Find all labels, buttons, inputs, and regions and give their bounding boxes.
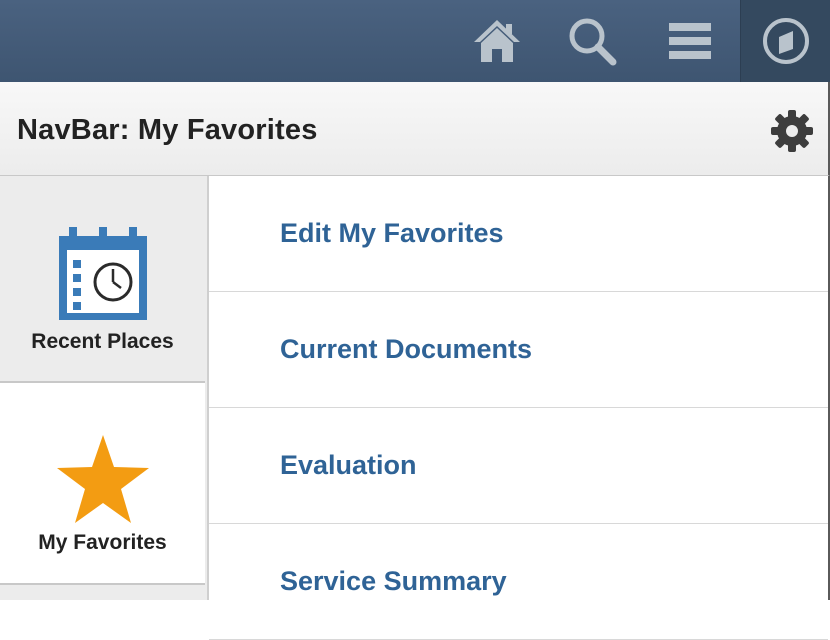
navbar-sidebar: Recent Places My Favorites	[0, 176, 209, 600]
navbar-button[interactable]	[740, 0, 830, 82]
search-button[interactable]	[560, 0, 624, 82]
settings-button[interactable]	[770, 109, 814, 153]
menu-button[interactable]	[660, 0, 720, 82]
calendar-clock-icon	[58, 227, 147, 320]
tab-recent-places[interactable]: Recent Places	[0, 176, 205, 383]
top-navbar	[0, 0, 830, 82]
gear-icon	[771, 110, 813, 152]
list-item[interactable]: Evaluation	[209, 408, 828, 524]
favorite-link[interactable]: Current Documents	[280, 334, 532, 365]
navbar-compass-icon	[763, 18, 809, 64]
page-header: NavBar: My Favorites	[0, 82, 830, 176]
page-title: NavBar: My Favorites	[17, 114, 318, 146]
search-icon	[569, 18, 617, 66]
home-button[interactable]	[465, 0, 529, 82]
favorite-link[interactable]: Service Summary	[280, 566, 507, 597]
home-icon	[474, 20, 520, 62]
favorite-link[interactable]: Evaluation	[280, 450, 417, 481]
list-item[interactable]: Edit My Favorites	[209, 176, 828, 292]
list-item[interactable]: Service Summary	[209, 524, 828, 640]
tab-my-favorites[interactable]: My Favorites	[0, 383, 205, 585]
favorite-link[interactable]: Edit My Favorites	[280, 218, 504, 249]
list-item[interactable]: Current Documents	[209, 292, 828, 408]
favorites-list: Edit My Favorites Current Documents Eval…	[209, 176, 830, 640]
tab-label: My Favorites	[38, 531, 167, 554]
tab-partial[interactable]	[0, 585, 205, 600]
star-icon	[56, 435, 149, 523]
menu-icon	[669, 23, 711, 59]
tab-label: Recent Places	[31, 330, 174, 353]
